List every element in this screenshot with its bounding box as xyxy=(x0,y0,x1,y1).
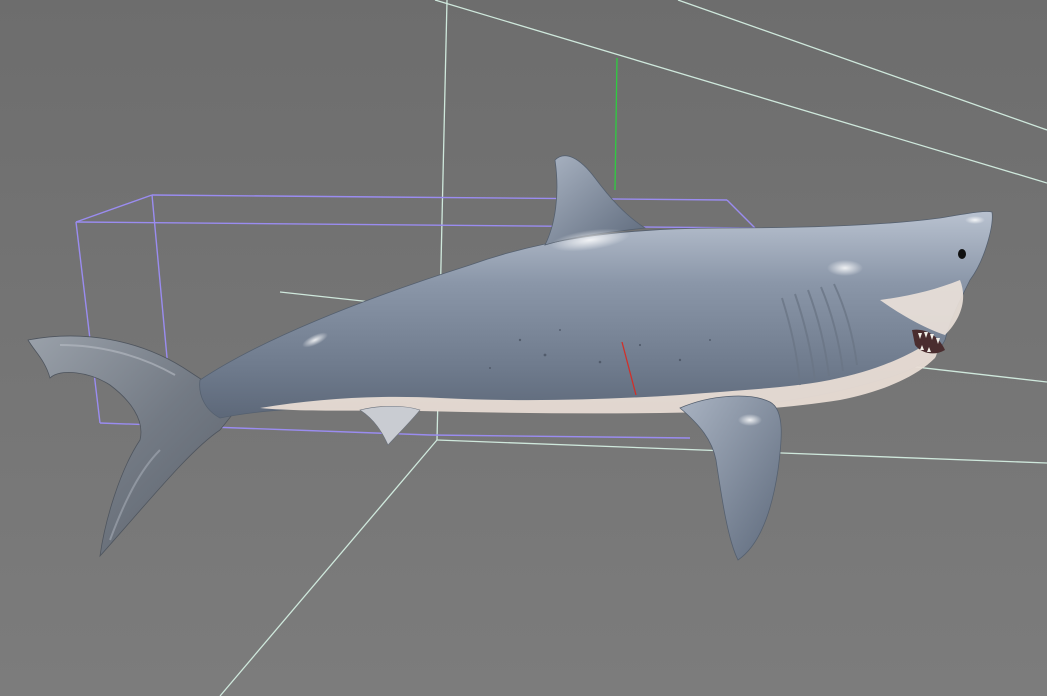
3d-viewport[interactable] xyxy=(0,0,1047,696)
viewport-scene[interactable] xyxy=(0,0,1047,696)
y-axis-gizmo xyxy=(614,57,618,191)
guide-line-diagonal xyxy=(219,439,438,696)
shark-tail-fin[interactable] xyxy=(27,335,241,558)
shark-eye xyxy=(958,249,966,259)
shark-pelvic-fin[interactable] xyxy=(359,405,421,446)
shark-model[interactable] xyxy=(27,155,993,561)
shark-pectoral-fin[interactable] xyxy=(679,395,782,561)
guide-line-top-2 xyxy=(677,0,1047,131)
guide-line-top-1 xyxy=(434,0,1047,184)
